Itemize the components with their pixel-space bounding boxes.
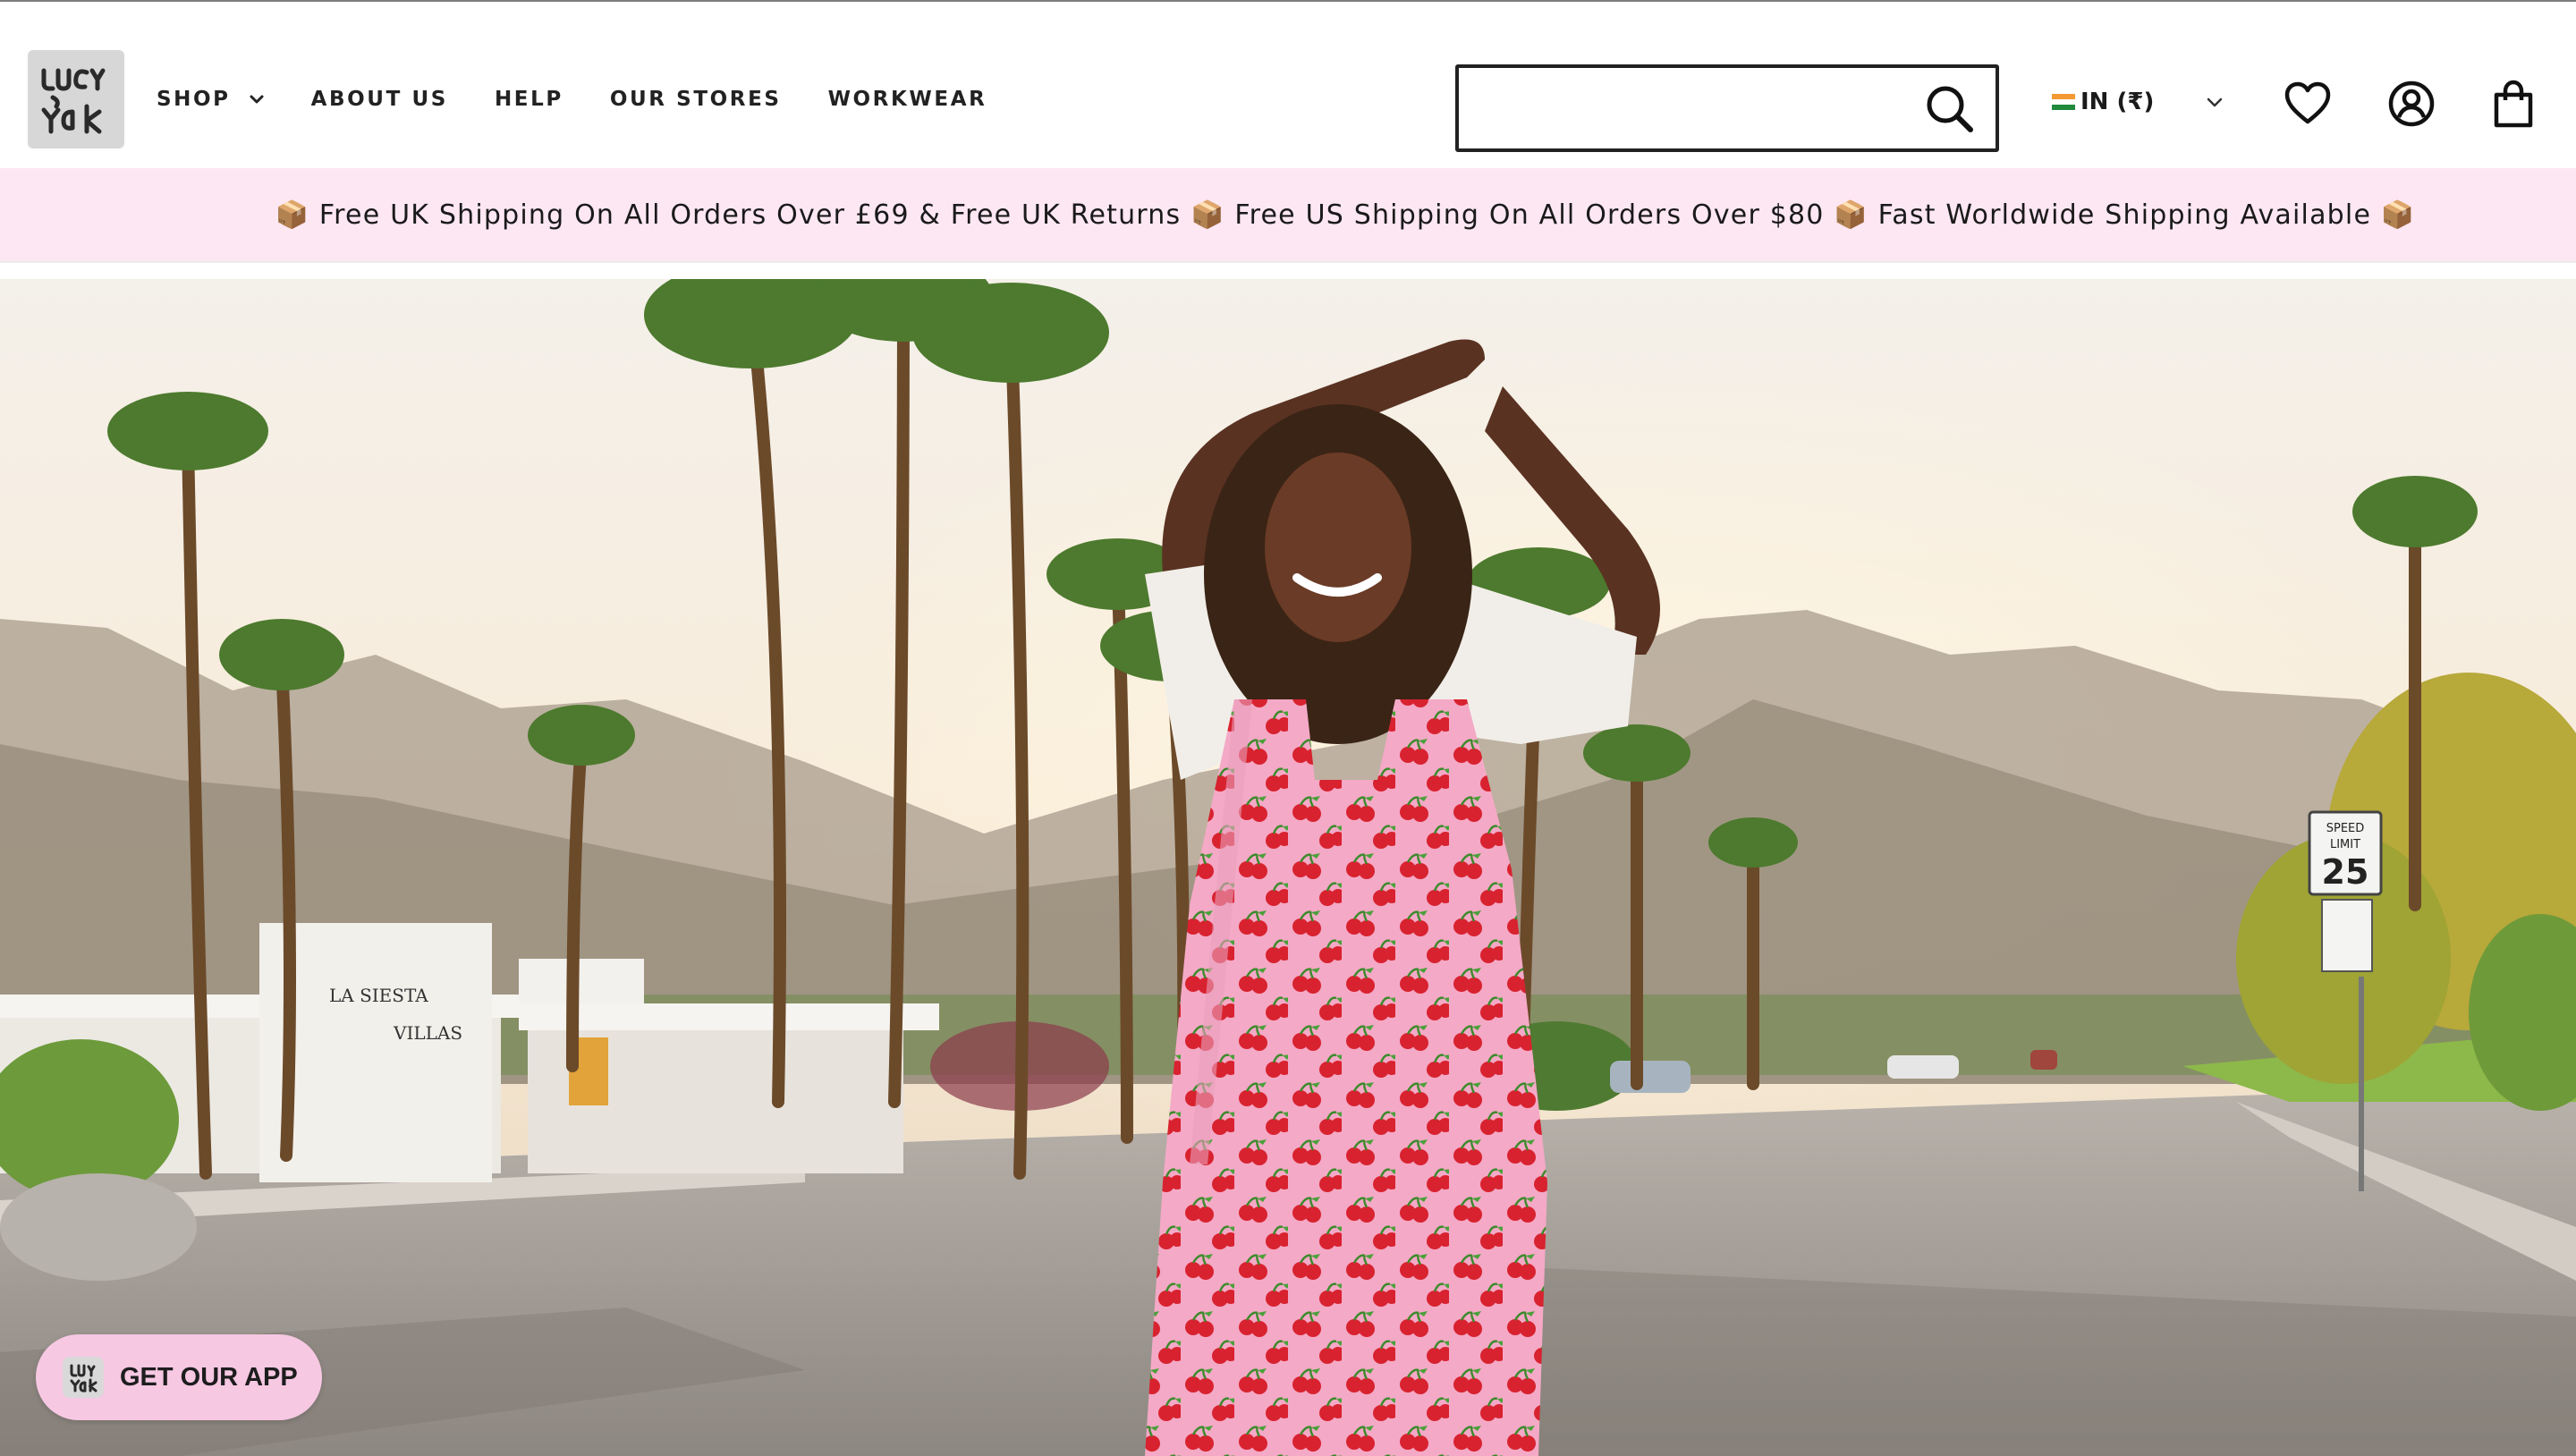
account-icon[interactable] bbox=[2386, 79, 2436, 129]
lucy-yak-logo-icon bbox=[41, 68, 106, 134]
nav-item-label: OUR STORES bbox=[609, 88, 782, 111]
sign-text: LA SIESTA bbox=[329, 985, 428, 1006]
india-flag-icon bbox=[2052, 94, 2075, 110]
get-app-label: GET OUR APP bbox=[120, 1362, 298, 1392]
currency-selector[interactable]: IN (₹) bbox=[2052, 85, 2154, 119]
get-app-button[interactable]: GET OUR APP bbox=[36, 1334, 322, 1420]
nav-item-help[interactable]: HELP bbox=[495, 88, 564, 111]
bag-icon[interactable] bbox=[2488, 79, 2538, 129]
nav-item-about-us[interactable]: ABOUT US bbox=[311, 88, 448, 111]
chevron-down-icon[interactable] bbox=[2205, 92, 2224, 112]
announcement-text: 📦 Free UK Shipping On All Orders Over £6… bbox=[275, 199, 2416, 231]
speed-sign-top: SPEED bbox=[2326, 822, 2365, 835]
nav-item-label: WORKWEAR bbox=[827, 88, 987, 111]
speed-sign-mid: LIMIT bbox=[2330, 838, 2360, 851]
search-input[interactable] bbox=[1471, 79, 1901, 138]
heart-icon[interactable] bbox=[2283, 79, 2333, 129]
search-box bbox=[1455, 64, 1999, 152]
sign-text-2: VILLAS bbox=[393, 1022, 462, 1044]
nav-item-label: SHOP bbox=[157, 88, 231, 111]
hero-banner[interactable]: LA SIESTA VILLAS SPEED LIMIT 25 bbox=[0, 279, 2576, 1456]
app-logo-icon bbox=[63, 1357, 104, 1398]
nav-item-label: ABOUT US bbox=[310, 88, 448, 111]
chevron-down-icon bbox=[250, 95, 264, 104]
speed-sign-value: 25 bbox=[2322, 852, 2369, 892]
divider bbox=[0, 261, 2576, 263]
site-header: SHOP ABOUT US HELP OUR STORES WORKWEAR I… bbox=[0, 2, 2576, 168]
nav-item-workwear[interactable]: WORKWEAR bbox=[828, 88, 987, 111]
announcement-bar: 📦 Free UK Shipping On All Orders Over £6… bbox=[0, 168, 2576, 261]
nav-item-our-stores[interactable]: OUR STORES bbox=[610, 88, 782, 111]
nav-item-label: HELP bbox=[494, 88, 564, 111]
main-nav: SHOP ABOUT US HELP OUR STORES WORKWEAR bbox=[157, 84, 1033, 114]
nav-item-shop[interactable]: SHOP bbox=[157, 88, 265, 111]
search-icon[interactable] bbox=[1924, 83, 1976, 135]
brand-logo[interactable] bbox=[28, 50, 124, 148]
currency-label: IN (₹) bbox=[2080, 89, 2155, 115]
hero-image: LA SIESTA VILLAS SPEED LIMIT 25 bbox=[0, 279, 2576, 1456]
